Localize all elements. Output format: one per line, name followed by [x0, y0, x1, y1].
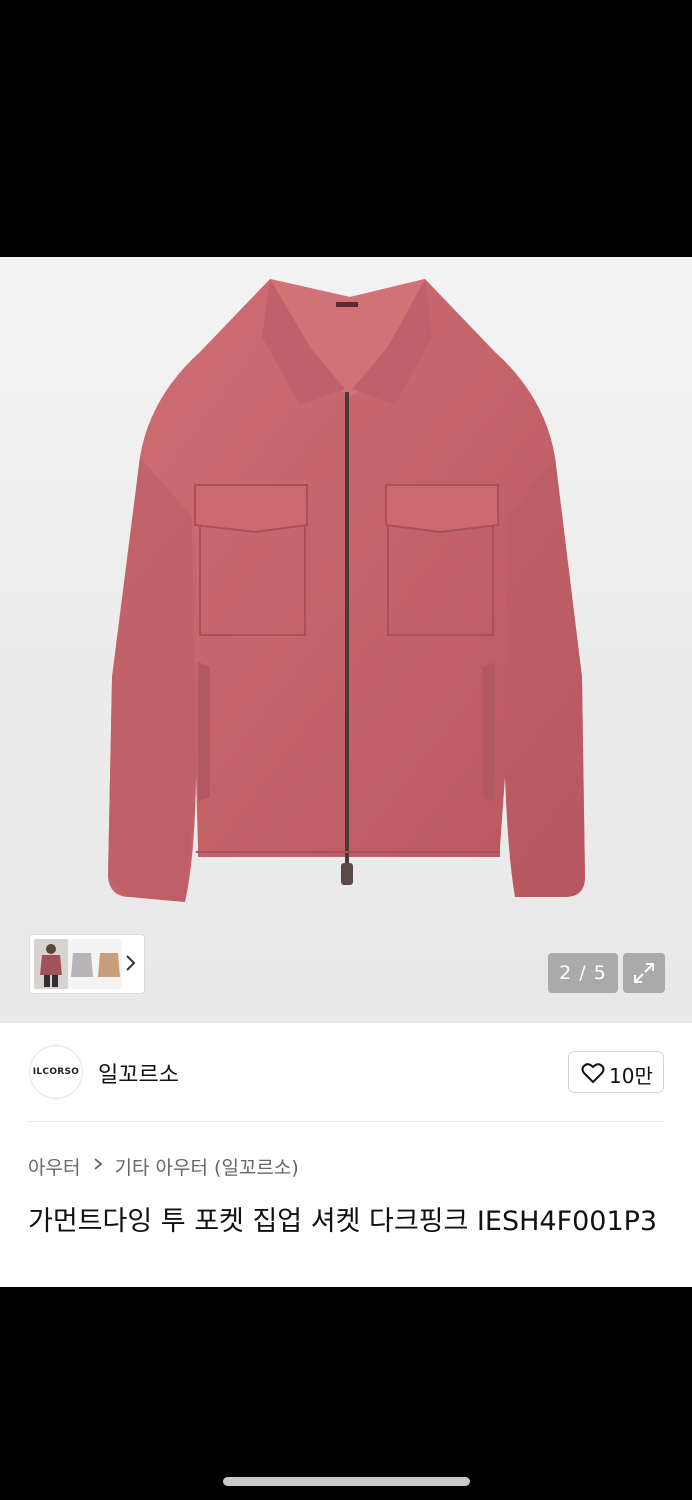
like-button[interactable]: 10만 [568, 1051, 664, 1093]
product-image[interactable] [0, 257, 692, 1023]
brand-name[interactable]: 일꼬르소 [98, 1057, 179, 1089]
product-title: 가먼트다잉 투 포켓 집업 셔켓 다크핑크 IESH4F001P3 [28, 1206, 658, 1237]
expand-icon [634, 963, 654, 983]
thumbnail-model-image[interactable] [34, 939, 68, 989]
breadcrumb: 아우터 기타 아우터 (일꼬르소) [28, 1153, 299, 1180]
like-count: 10만 [609, 1064, 653, 1088]
image-counter: 2 / 5 [548, 953, 618, 993]
thumbnail-jacket-gray-image[interactable] [68, 939, 96, 989]
product-info-panel: ILCORSO 일꼬르소 10만 아우터 기타 아우터 (일꼬르소) 가먼트다잉… [0, 1023, 692, 1287]
brand-logo[interactable]: ILCORSO [29, 1045, 83, 1099]
chevron-right-icon[interactable] [124, 951, 138, 975]
thumbnail-strip[interactable] [30, 935, 144, 993]
expand-image-button[interactable] [623, 953, 665, 993]
thumbnail-jacket-tan-image[interactable] [96, 939, 122, 989]
product-image-gallery[interactable]: 2 / 5 [0, 257, 692, 1023]
breadcrumb-item-outer[interactable]: 아우터 [28, 1153, 80, 1180]
home-indicator[interactable] [223, 1477, 470, 1486]
heart-icon [581, 1063, 605, 1083]
breadcrumb-item-other-outer[interactable]: 기타 아우터 (일꼬르소) [115, 1153, 299, 1180]
chevron-right-icon [93, 1158, 102, 1170]
top-black-bar [0, 0, 692, 257]
divider [28, 1121, 664, 1122]
